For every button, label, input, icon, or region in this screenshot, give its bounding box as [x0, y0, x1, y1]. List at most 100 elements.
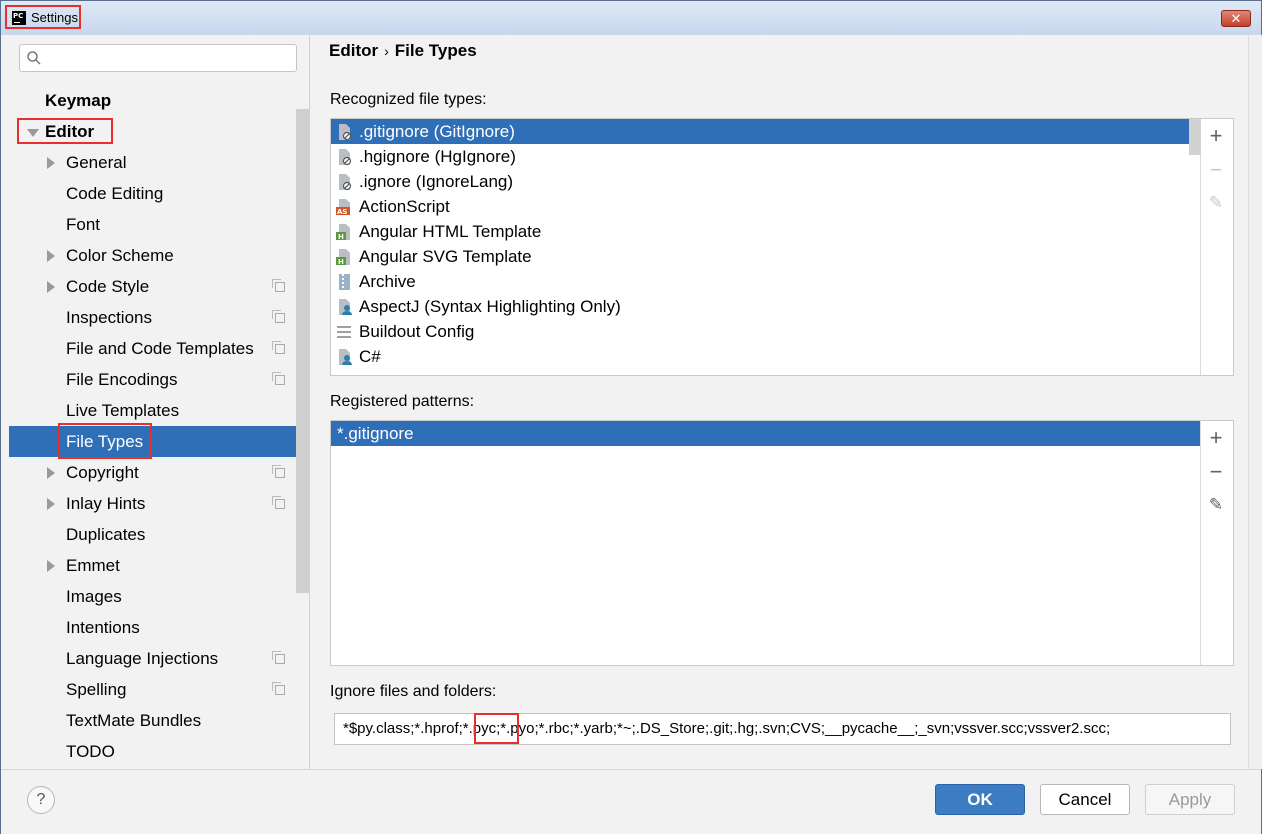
add-button[interactable]: +	[1207, 125, 1225, 147]
list-item[interactable]: Archive	[331, 269, 1200, 294]
tree-item-label: TextMate Bundles	[66, 711, 202, 730]
ignore-file-icon	[339, 124, 352, 141]
tree-item[interactable]: Emmet	[9, 550, 309, 581]
settings-window: PC Settings ✕ Keymap Editor General Code …	[0, 0, 1262, 834]
project-scope-icon	[272, 682, 285, 695]
search-input[interactable]	[19, 44, 297, 72]
actionscript-icon: AS	[336, 199, 350, 216]
project-scope-icon	[272, 310, 285, 323]
minus-icon: −	[1209, 459, 1223, 484]
window-scrollbar[interactable]	[1248, 35, 1262, 769]
tree-item[interactable]: Code Style	[9, 271, 309, 302]
breadcrumb: Editor › File Types	[329, 41, 477, 61]
remove-button[interactable]: −	[1207, 461, 1225, 483]
list-item-label: .hgignore (HgIgnore)	[359, 147, 516, 166]
list-item[interactable]: AspectJ (Syntax Highlighting Only)	[331, 294, 1200, 319]
tree-item[interactable]: TextMate Bundles	[9, 705, 309, 736]
chevron-right-icon[interactable]	[47, 157, 55, 169]
list-item[interactable]: .gitignore (GitIgnore)	[331, 119, 1200, 144]
chevron-right-icon[interactable]	[47, 281, 55, 293]
tree-item-label: Live Templates	[66, 401, 180, 420]
list-item-label: AspectJ (Syntax Highlighting Only)	[359, 297, 621, 316]
tree-item[interactable]: Copyright	[9, 457, 309, 488]
chevron-right-icon[interactable]	[47, 467, 55, 479]
breadcrumb-current: File Types	[394, 41, 477, 60]
list-item-label: Angular HTML Template	[359, 222, 542, 241]
remove-button[interactable]: −	[1207, 159, 1225, 181]
list-item-label: .gitignore (GitIgnore)	[359, 122, 515, 141]
close-button[interactable]: ✕	[1221, 10, 1251, 27]
list-item[interactable]: Buildout Config	[331, 319, 1200, 344]
ignore-files-input[interactable]: *$py.class;*.hprof;*.pyc;*.pyo;*.rbc;*.y…	[334, 713, 1231, 745]
list-item[interactable]: .ignore (IgnoreLang)	[331, 169, 1200, 194]
chevron-right-icon[interactable]	[47, 560, 55, 572]
ok-button[interactable]: OK	[935, 784, 1025, 815]
tree-item[interactable]: File Encodings	[9, 364, 309, 395]
list-item[interactable]: C#	[331, 344, 1200, 369]
list-item[interactable]: AS ActionScript	[331, 194, 1200, 219]
breadcrumb-parent: Editor	[329, 41, 379, 60]
svg-text:H: H	[338, 233, 344, 241]
tree-item[interactable]: Images	[9, 581, 309, 612]
tree-item[interactable]: Inlay Hints	[9, 488, 309, 519]
plus-icon: +	[1209, 425, 1223, 450]
list-item[interactable]: H Angular HTML Template	[331, 219, 1200, 244]
tree-item[interactable]: File Types	[9, 426, 309, 457]
minus-icon: −	[1209, 157, 1223, 182]
cancel-button[interactable]: Cancel	[1040, 784, 1130, 815]
tree-scrollbar[interactable]	[296, 109, 309, 593]
tree-item-label: File Encodings	[66, 370, 178, 389]
project-scope-icon	[272, 372, 285, 385]
chevron-right-icon[interactable]	[47, 250, 55, 262]
dialog-button-bar: ? OK Cancel Apply	[1, 769, 1261, 834]
tree-item[interactable]: TODO	[9, 736, 309, 767]
tree-item[interactable]: Color Scheme	[9, 240, 309, 271]
chevron-right-icon[interactable]	[47, 498, 55, 510]
tree-item[interactable]: Code Editing	[9, 178, 309, 209]
tree-item-label: Font	[66, 215, 101, 234]
tree-item-label: Images	[66, 587, 122, 606]
file-types-panel: Editor › File Types Recognized file types:…	[310, 35, 1248, 769]
list-item-label: C#	[359, 347, 381, 366]
patterns-label: Registered patterns:	[330, 393, 475, 410]
edit-button[interactable]: ✎	[1207, 194, 1225, 212]
tree-item-label: Duplicates	[66, 525, 146, 544]
search-icon	[27, 51, 41, 65]
pencil-icon: ✎	[1208, 495, 1224, 514]
tree-item[interactable]: Inspections	[9, 302, 309, 333]
apply-button[interactable]: Apply	[1145, 784, 1235, 815]
add-button[interactable]: +	[1207, 427, 1225, 449]
tree-item[interactable]: Intentions	[9, 612, 309, 643]
tree-item[interactable]: Duplicates	[9, 519, 309, 550]
tree-item[interactable]: File and Code Templates	[9, 333, 309, 364]
list-item-label: Angular SVG Template	[359, 247, 532, 266]
help-button[interactable]: ?	[27, 786, 55, 814]
list-item[interactable]: H Angular SVG Template	[331, 244, 1200, 269]
list-item[interactable]: *.gitignore	[331, 421, 1200, 446]
registered-patterns-list: *.gitignore + − ✎	[330, 420, 1234, 666]
plus-icon: +	[1209, 123, 1223, 148]
list-item-label: ActionScript	[359, 197, 450, 216]
tree-item[interactable]: Language Injections	[9, 643, 309, 674]
highlight-box	[58, 423, 152, 459]
tree-item-keymap[interactable]: Keymap	[9, 85, 309, 116]
project-scope-icon	[272, 496, 285, 509]
close-icon: ✕	[1230, 11, 1242, 26]
list-scrollbar[interactable]	[1189, 119, 1201, 155]
tree-item[interactable]: Font	[9, 209, 309, 240]
highlight-box	[17, 118, 113, 144]
list-item-label: .ignore (IgnoreLang)	[359, 172, 514, 191]
list-item[interactable]: .hgignore (HgIgnore)	[331, 144, 1200, 169]
title-bar[interactable]: PC Settings ✕	[1, 1, 1261, 35]
tree-item[interactable]: General	[9, 147, 309, 178]
tree-item[interactable]: Spelling	[9, 674, 309, 705]
project-scope-icon	[272, 279, 285, 292]
tree-item[interactable]: Live Templates	[9, 395, 309, 426]
question-icon: ?	[36, 791, 46, 808]
highlight-box	[474, 713, 519, 744]
project-scope-icon	[272, 465, 285, 478]
ignore-file-icon	[339, 174, 352, 191]
tree-item-label: Color Scheme	[66, 246, 174, 265]
edit-button[interactable]: ✎	[1207, 496, 1225, 514]
tree-item-label: Keymap	[45, 91, 112, 110]
